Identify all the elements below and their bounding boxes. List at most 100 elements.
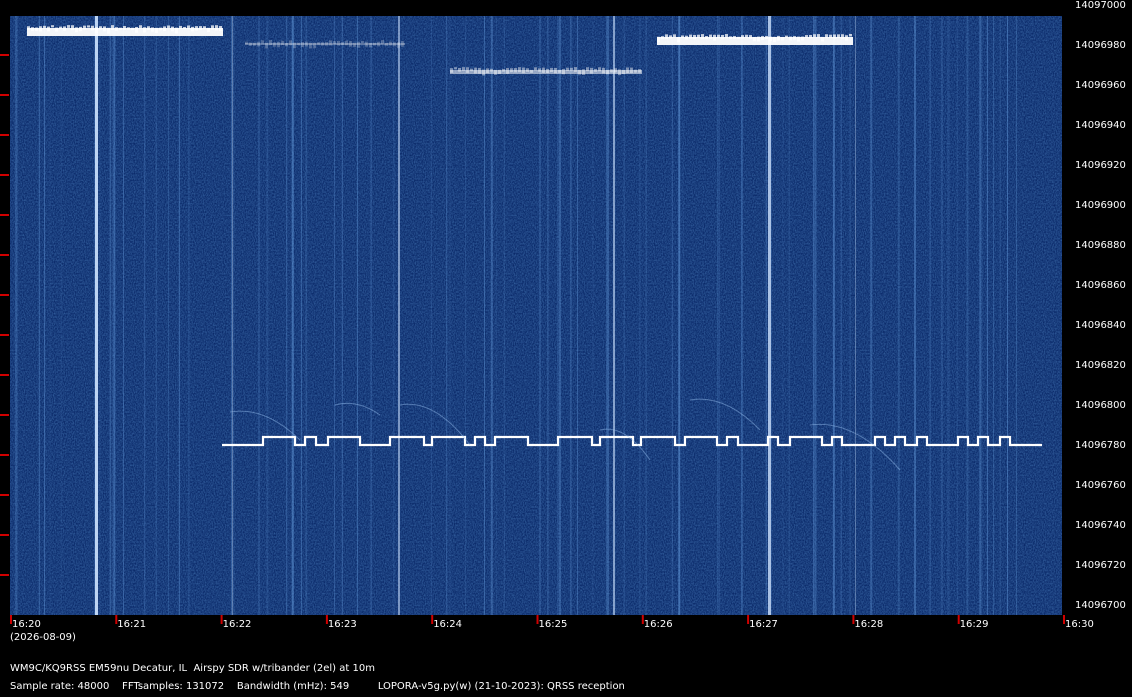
interference-line [168, 16, 169, 615]
interference-line [1015, 16, 1017, 615]
interference-line [49, 16, 51, 615]
interference-line [870, 16, 873, 615]
interference-line [559, 16, 561, 615]
time-label: 16:23 [327, 619, 357, 630]
strong-interference-line [232, 16, 233, 615]
frequency-label: 14097000 [1075, 0, 1126, 11]
interference-line [109, 16, 111, 615]
frequency-tick [0, 254, 9, 256]
interference-line [981, 16, 983, 615]
strong-interference-line [768, 16, 771, 615]
interference-line [15, 16, 18, 615]
interference-line [897, 16, 900, 615]
interference-line [430, 16, 432, 615]
frequency-tick [0, 454, 9, 456]
time-label: 16:27 [749, 619, 778, 630]
strong-interference-line [613, 16, 615, 615]
interference-line [679, 16, 681, 615]
interference-line [623, 16, 625, 615]
interference-line [940, 16, 943, 615]
interference-line [782, 16, 784, 615]
interference-line [645, 16, 647, 615]
frequency-tick [0, 574, 9, 576]
interference-line [606, 16, 608, 615]
frequency-tick [0, 414, 9, 416]
interference-line [266, 16, 269, 615]
interference-line [741, 16, 744, 615]
interference-line [814, 16, 817, 615]
interference-line [123, 16, 124, 615]
interference-line [178, 16, 180, 615]
frequency-label: 14096780 [1075, 440, 1126, 451]
interference-line [446, 16, 448, 615]
frequency-tick [0, 534, 9, 536]
interference-line [966, 16, 969, 615]
interference-line [682, 16, 684, 615]
interference-line [111, 16, 113, 615]
frequency-label: 14096960 [1075, 80, 1126, 91]
interference-line [258, 16, 260, 615]
frequency-label: 14096860 [1075, 280, 1126, 291]
interference-line [849, 16, 851, 615]
frequency-label: 14096900 [1075, 200, 1126, 211]
reception-info: Sample rate: 48000 FFTsamples: 131072 Ba… [10, 681, 625, 692]
strong-interference-line [95, 16, 98, 615]
station-info: WM9C/KQ9RSS EM59nu Decatur, IL Airspy SD… [10, 663, 375, 674]
frequency-label: 14096800 [1075, 400, 1126, 411]
frequency-tick [0, 334, 9, 336]
frequency-tick [0, 174, 9, 176]
interference-line [639, 16, 641, 615]
interference-line [334, 16, 335, 615]
interference-line [929, 16, 931, 615]
interference-line [341, 16, 343, 615]
frequency-tick [0, 94, 9, 96]
time-label: 16:28 [854, 619, 884, 630]
strong-interference-line [855, 16, 856, 615]
interference-line [300, 16, 302, 615]
interference-line [370, 16, 372, 615]
interference-line [44, 16, 46, 615]
interference-line [393, 16, 395, 615]
interference-line [607, 16, 609, 615]
interference-line [718, 16, 720, 615]
frequency-label: 14096980 [1075, 40, 1126, 51]
time-label: 16:21 [117, 619, 147, 630]
interference-line [813, 16, 815, 615]
interference-line [788, 16, 790, 615]
time-label: 16:20 [12, 619, 41, 630]
frequency-tick [0, 494, 9, 496]
strong-interference-line [398, 16, 400, 615]
interference-line [60, 16, 62, 615]
interference-line [356, 16, 358, 615]
frequency-label: 14096840 [1075, 320, 1126, 331]
waterfall-display [0, 16, 1065, 624]
time-label: 16:29 [959, 619, 989, 630]
interference-line [144, 16, 146, 615]
frequency-label: 14096700 [1075, 600, 1126, 611]
interference-line [771, 16, 773, 615]
interference-line [291, 16, 293, 615]
interference-line [570, 16, 572, 615]
frequency-label: 14096760 [1075, 480, 1126, 491]
interference-line [503, 16, 505, 615]
frequency-tick [0, 374, 9, 376]
interference-line [947, 16, 949, 615]
interference-line [539, 16, 541, 615]
interference-line [999, 16, 1001, 615]
interference-line [286, 16, 288, 615]
interference-line [717, 16, 719, 615]
interference-line [547, 16, 549, 615]
interference-line [956, 16, 958, 615]
time-label: 16:30 [1065, 619, 1094, 630]
interference-line [113, 16, 116, 615]
frequency-tick [0, 214, 9, 216]
frequency-tick [0, 294, 9, 296]
interference-line [557, 16, 559, 615]
interference-line [99, 16, 101, 615]
interference-line [449, 16, 451, 615]
interference-line [948, 16, 950, 615]
frequency-label: 14096880 [1075, 240, 1126, 251]
interference-line [490, 16, 493, 615]
interference-line [979, 16, 981, 615]
interference-line [671, 16, 673, 615]
